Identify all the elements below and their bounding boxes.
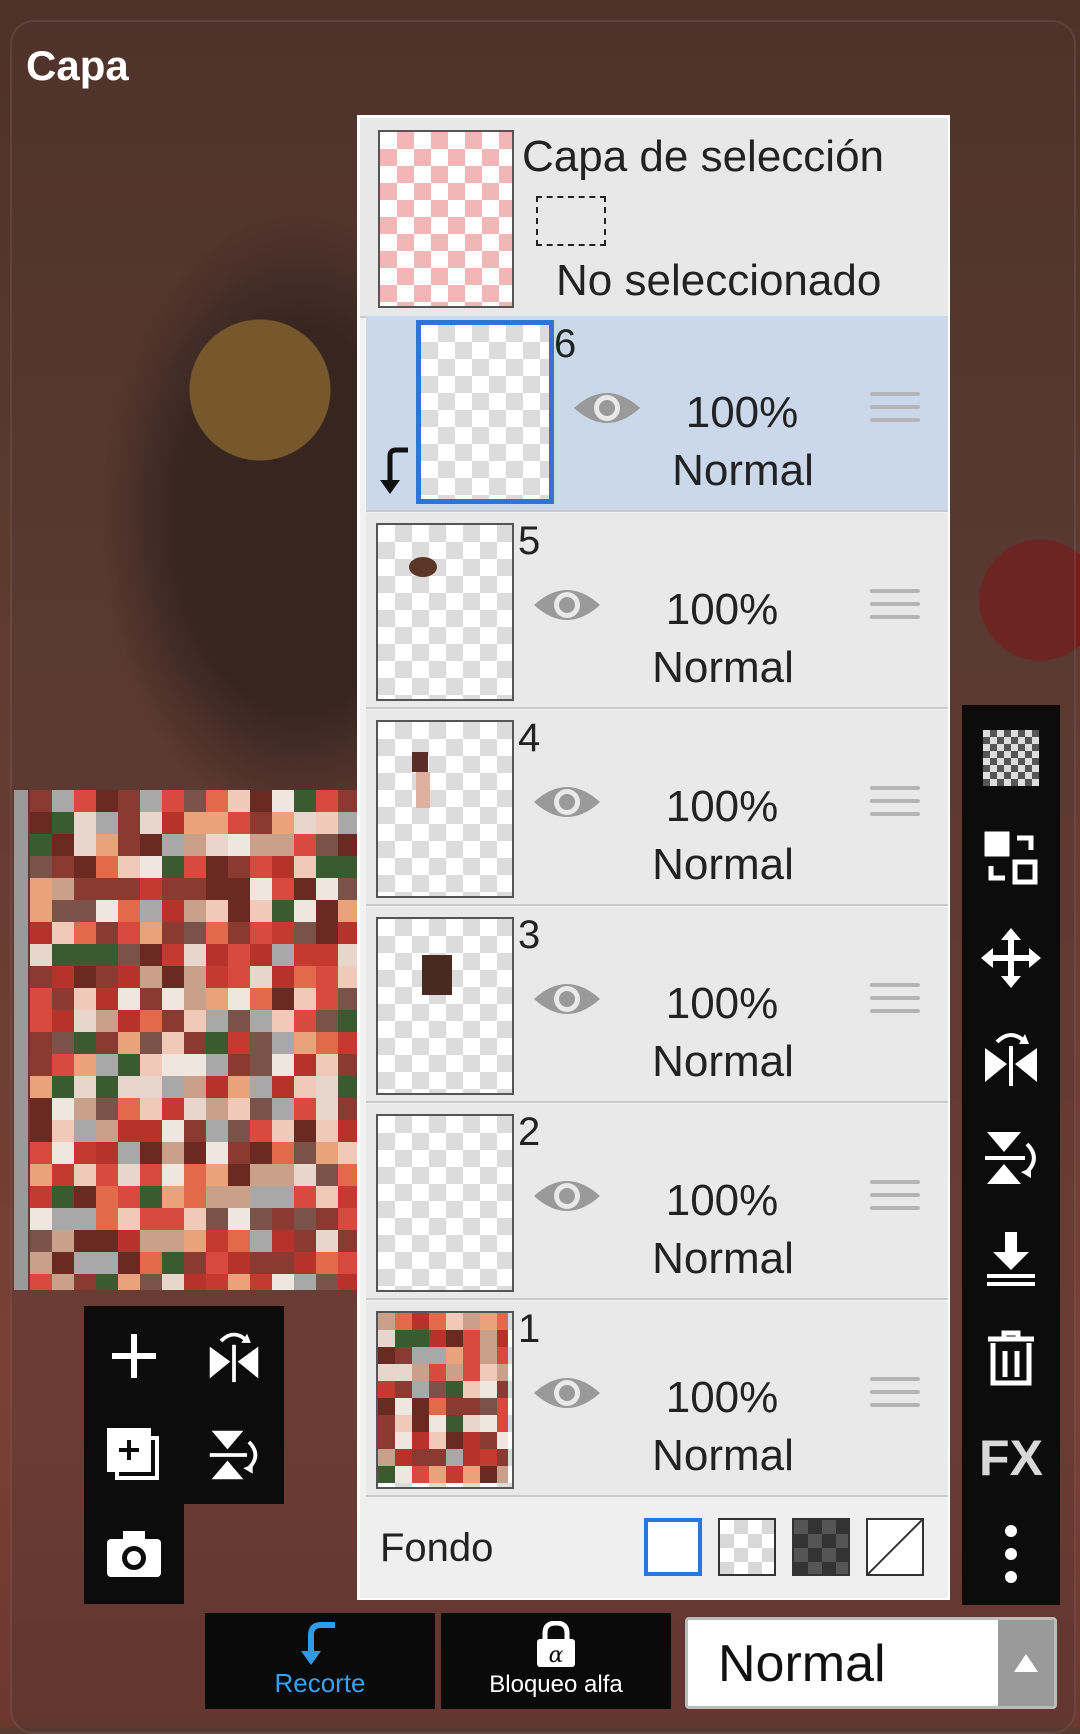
layer-row-3[interactable]: 3 100% Normal [366,907,948,1103]
drag-handle-icon[interactable] [870,786,920,826]
preview-edge [14,790,28,1290]
visibility-eye-icon[interactable] [532,1371,602,1415]
blend-mode-value: Normal [718,1635,886,1693]
background-white-swatch[interactable] [644,1518,702,1576]
visibility-eye-icon[interactable] [532,583,602,627]
layer-number: 3 [518,913,541,957]
layer-number: 1 [518,1307,541,1351]
layer-opacity: 100% [665,979,779,1028]
visibility-eye-icon[interactable] [532,780,602,824]
layer-opacity: 100% [665,1373,779,1422]
move-icon[interactable] [962,909,1060,1007]
layer-blend-mode: Normal [672,446,814,495]
layer-thumbnail [376,720,514,898]
layer-opacity: 100% [665,782,779,831]
layer-number: 5 [518,519,541,563]
clipping-icon [301,1622,335,1665]
background-dark-swatch[interactable] [792,1518,850,1576]
background-transparent-swatch[interactable] [718,1518,776,1576]
selection-layer-row[interactable]: Capa de selección No seleccionado [360,118,948,318]
dropdown-arrow-icon[interactable] [998,1620,1054,1706]
drag-handle-icon[interactable] [870,1377,920,1417]
drag-handle-icon[interactable] [870,589,920,629]
layer-thumbnail [376,523,514,701]
layer-blend-mode: Normal [652,1037,794,1086]
canvas-preview [30,790,360,1290]
layer-row-1[interactable]: 1 100% Normal [366,1301,948,1497]
clipping-label: Recorte [274,1668,366,1698]
flip-vertical-icon[interactable] [962,1109,1060,1207]
svg-text:α: α [549,1643,564,1668]
more-icon[interactable] [962,1505,1060,1603]
layer-blend-mode: Normal [652,840,794,889]
layer-row-5[interactable]: 5 100% Normal [366,513,948,709]
duplicate-layer-icon[interactable] [84,1405,184,1504]
visibility-eye-icon[interactable] [532,1174,602,1218]
camera-icon [84,1504,184,1603]
drag-handle-icon[interactable] [870,1180,920,1220]
merge-down-icon[interactable] [962,1209,1060,1307]
selection-layer-thumbnail [378,130,514,308]
layer-row-6[interactable]: 6 100% Normal [366,316,948,512]
background-label: Fondo [380,1526,494,1570]
layer-blend-mode: Normal [652,1234,794,1283]
layer-opacity: 100% [685,388,799,437]
drag-handle-icon[interactable] [870,983,920,1023]
selection-layer-status: No seleccionado [556,256,882,305]
clipping-button[interactable]: Recorte [205,1613,435,1709]
blend-mode-select[interactable]: Normal [685,1617,1057,1709]
layer-number: 6 [554,322,577,366]
visibility-eye-icon[interactable] [532,977,602,1021]
alpha-lock-icon: α [537,1621,575,1668]
background-none-swatch[interactable] [866,1518,924,1576]
drag-handle-icon[interactable] [870,392,920,432]
layer-thumbnail [416,320,554,504]
visibility-eye-icon[interactable] [572,386,642,430]
layer-number: 4 [518,716,541,760]
layer-row-2[interactable]: 2 100% Normal [366,1104,948,1300]
flip-horizontal-icon[interactable] [962,1009,1060,1107]
dialog-title: Capa [26,42,129,89]
layer-thumbnail [376,1114,514,1292]
layer-blend-mode: Normal [652,1431,794,1480]
flip-vertical-icon[interactable] [184,1405,284,1504]
layer-opacity: 100% [665,1176,779,1225]
add-layer-icon[interactable] [84,1306,184,1405]
selection-marquee-icon [536,196,606,246]
swap-layer-icon[interactable] [962,809,1060,907]
trash-icon[interactable] [962,1309,1060,1407]
alpha-lock-button[interactable]: α Bloqueo alfa [441,1613,671,1709]
layer-opacity: 100% [665,585,779,634]
clip-arrow-icon [380,447,408,494]
layer-thumbnail [376,1311,514,1489]
layer-row-4[interactable]: 4 100% Normal [366,710,948,906]
layer-blend-mode: Normal [652,643,794,692]
flip-horizontal-icon[interactable] [184,1306,284,1405]
fx-icon[interactable]: FX [962,1409,1060,1507]
transparency-icon[interactable] [962,709,1060,807]
layer-panel: Capa de selección No seleccionado 6 100% N… [357,115,950,1600]
selection-layer-title: Capa de selección [522,132,885,181]
layer-thumbnail [376,917,514,1095]
left-toolbar [84,1306,284,1504]
camera-button[interactable] [84,1504,184,1604]
background-row: Fondo [360,1498,948,1598]
layer-number: 2 [518,1110,541,1154]
right-toolbar: FX [962,705,1060,1605]
alpha-lock-label: Bloqueo alfa [489,1671,623,1698]
none-slash-icon [867,1519,923,1575]
